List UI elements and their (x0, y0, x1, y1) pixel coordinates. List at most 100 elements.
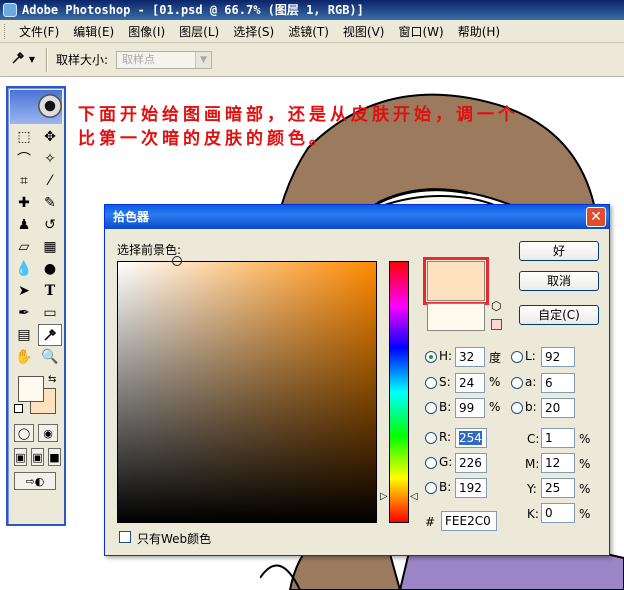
screen-mode-menubar-icon[interactable]: ▣ (31, 448, 44, 466)
jump-to-imageready-icon[interactable]: ⇨◐ (14, 472, 56, 490)
slice-tool-icon[interactable]: ⁄ (38, 170, 62, 192)
brush-tool-icon[interactable]: ✎ (38, 192, 62, 214)
lab-l-field[interactable]: 92 (541, 347, 575, 367)
yellow-unit: % (579, 482, 591, 496)
saturation-radio[interactable] (425, 377, 437, 389)
menu-layer[interactable]: 图层(L) (172, 23, 226, 40)
tool-preset-picker[interactable]: ▼ (6, 48, 40, 72)
hue-slider[interactable] (389, 261, 409, 523)
sample-size-value: 取样点 (122, 52, 156, 66)
hue-slider-left-arrow-icon[interactable]: ▷ (380, 491, 388, 502)
color-field-marker[interactable] (172, 256, 182, 266)
hue-field[interactable]: 32 (455, 347, 485, 367)
hue-slider-right-arrow-icon[interactable]: ◁ (410, 491, 418, 502)
blur-tool-icon[interactable]: 💧 (12, 258, 36, 280)
green-label: G: (439, 455, 453, 469)
lab-b-field[interactable]: 20 (541, 398, 575, 418)
brightness-radio[interactable] (425, 402, 437, 414)
eraser-tool-icon[interactable]: ▱ (12, 236, 36, 258)
color-field[interactable] (117, 261, 377, 523)
type-tool-icon[interactable]: T (38, 280, 62, 302)
menu-edit[interactable]: 编辑(E) (66, 23, 121, 40)
lab-b-radio[interactable] (511, 402, 523, 414)
ok-button[interactable]: 好 (519, 241, 599, 261)
crop-tool-icon[interactable]: ⌗ (12, 170, 36, 192)
dialog-title-bar[interactable]: 拾色器 ✕ (105, 205, 609, 229)
lab-a-radio[interactable] (511, 377, 523, 389)
menu-file[interactable]: 文件(F) (12, 23, 66, 40)
cancel-button[interactable]: 取消 (519, 271, 599, 291)
menu-select[interactable]: 选择(S) (226, 23, 281, 40)
out-of-gamut-swatch[interactable] (491, 319, 502, 330)
red-field[interactable]: 254 (455, 428, 487, 448)
dodge-tool-icon[interactable]: ● (38, 258, 62, 280)
history-brush-tool-icon[interactable]: ↺ (38, 214, 62, 236)
pen-tool-icon[interactable]: ✒ (12, 302, 36, 324)
path-selection-tool-icon[interactable]: ➤ (12, 280, 36, 302)
menu-help[interactable]: 帮助(H) (451, 23, 507, 40)
blue-field[interactable]: 192 (455, 478, 487, 498)
notes-tool-icon[interactable]: ▤ (12, 324, 36, 346)
magenta-unit: % (579, 457, 591, 471)
default-colors-icon[interactable] (14, 404, 23, 413)
photoshop-app-icon (3, 3, 17, 17)
lasso-tool-icon[interactable]: ⌒ (12, 148, 36, 170)
quick-mask-mode-icon[interactable]: ◉ (38, 424, 58, 442)
original-color-preview[interactable] (427, 303, 485, 331)
cyan-field[interactable]: 1 (541, 428, 575, 448)
menu-view[interactable]: 视图(V) (336, 23, 392, 40)
hex-field[interactable]: FEE2C0 (441, 511, 497, 531)
eyedropper-tool-icon[interactable] (38, 324, 62, 346)
magenta-field[interactable]: 12 (541, 453, 575, 473)
green-field[interactable]: 226 (455, 453, 487, 473)
gradient-tool-icon[interactable]: ▦ (38, 236, 62, 258)
sample-size-select[interactable]: 取样点 ▼ (116, 50, 213, 69)
menu-window[interactable]: 窗口(W) (391, 23, 450, 40)
yellow-field[interactable]: 25 (541, 478, 575, 498)
magenta-label: M: (525, 457, 540, 471)
color-picker-dialog: 拾色器 ✕ 选择前景色: ▷ ◁ ⬡ 好 取消 自定(C) H: 32 度 S:… (104, 204, 610, 556)
cube-warning-icon[interactable]: ⬡ (491, 299, 501, 313)
menu-filter[interactable]: 滤镜(T) (281, 23, 336, 40)
chevron-down-icon: ▼ (28, 55, 36, 64)
custom-button[interactable]: 自定(C) (519, 305, 599, 325)
red-label: R: (439, 430, 452, 444)
hue-radio[interactable] (425, 351, 437, 363)
options-separator (46, 47, 48, 72)
eye-logo-icon (38, 94, 62, 118)
zoom-tool-icon[interactable]: 🔍 (38, 346, 62, 368)
shape-tool-icon[interactable]: ▭ (38, 302, 62, 324)
hex-label: # (425, 515, 436, 529)
brightness-unit: % (489, 400, 501, 414)
standard-mode-icon[interactable]: ◯ (14, 424, 34, 442)
brightness-field[interactable]: 99 (455, 398, 485, 418)
hand-tool-icon[interactable]: ✋ (12, 346, 36, 368)
hue-label: H: (439, 349, 453, 363)
healing-brush-tool-icon[interactable]: ✚ (12, 192, 36, 214)
toolbox-header[interactable] (10, 90, 62, 124)
saturation-unit: % (489, 375, 501, 389)
marquee-tool-icon[interactable]: ⬚ (12, 126, 36, 148)
magic-wand-tool-icon[interactable]: ✧ (38, 148, 62, 170)
eyedropper-icon (11, 50, 25, 69)
menu-image[interactable]: 图像(I) (121, 23, 172, 40)
screen-mode-standard-icon[interactable]: ▣ (14, 448, 27, 466)
stamp-tool-icon[interactable]: ♟ (12, 214, 36, 236)
blue-radio[interactable] (425, 482, 437, 494)
green-radio[interactable] (425, 457, 437, 469)
saturation-field[interactable]: 24 (455, 373, 485, 393)
red-radio[interactable] (425, 432, 437, 444)
cyan-label: C: (527, 432, 540, 446)
lab-l-radio[interactable] (511, 351, 523, 363)
options-bar: ▼ 取样大小: 取样点 ▼ (0, 43, 624, 77)
foreground-color-swatch[interactable] (18, 376, 44, 402)
lab-b-label: b: (525, 400, 537, 414)
black-field[interactable]: 0 (541, 503, 575, 523)
web-only-checkbox[interactable] (119, 531, 131, 543)
screen-mode-full-icon[interactable]: ■ (48, 448, 61, 466)
lab-a-field[interactable]: 6 (541, 373, 575, 393)
instruction-text: 下面开始给图画暗部，还是从皮肤开始，调一个 比第一次暗的皮肤的颜色。 (78, 103, 598, 151)
close-icon[interactable]: ✕ (586, 207, 606, 227)
move-tool-icon[interactable]: ✥ (38, 126, 62, 148)
swap-colors-icon[interactable]: ⇆ (48, 374, 56, 385)
